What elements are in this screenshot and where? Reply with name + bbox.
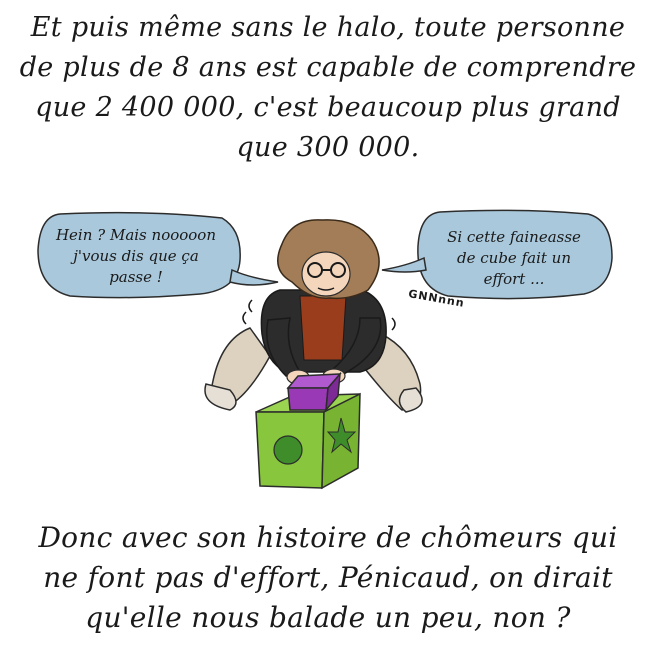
bubble-right-line: effort ... xyxy=(483,270,545,288)
caption-top: Et puis même sans le halo, toute personn… xyxy=(0,8,656,168)
caption-top-line: que 300 000. xyxy=(236,132,420,163)
caption-top-line: Et puis même sans le halo, toute personn… xyxy=(30,12,626,43)
caption-bottom-line: qu'elle nous balade un peu, non ? xyxy=(85,601,571,634)
caption-bottom: Donc avec son histoire de chômeurs qui n… xyxy=(0,518,656,638)
caption-top-line: de plus de 8 ans est capable de comprend… xyxy=(19,52,637,83)
caption-bottom-line: Donc avec son histoire de chômeurs qui xyxy=(38,521,618,554)
bubble-right-line: de cube fait un xyxy=(457,249,571,267)
bubble-right-line: Si cette faineasse xyxy=(447,228,581,246)
caption-bottom-line: ne font pas d'effort, Pénicaud, on dirai… xyxy=(43,561,613,594)
caption-top-line: que 2 400 000, c'est beaucoup plus grand xyxy=(35,92,621,123)
bubble-left-line: Hein ? Mais nooooon xyxy=(55,226,217,244)
circle-mark xyxy=(273,435,303,465)
speech-bubble-right-text: Si cette faineasse de cube fait un effor… xyxy=(424,227,604,290)
bubble-left-line: j'vous dis que ça xyxy=(73,247,199,265)
speech-bubble-left-text: Hein ? Mais nooooon j'vous dis que ça pa… xyxy=(46,225,226,288)
bubble-left-line: passe ! xyxy=(109,268,163,286)
